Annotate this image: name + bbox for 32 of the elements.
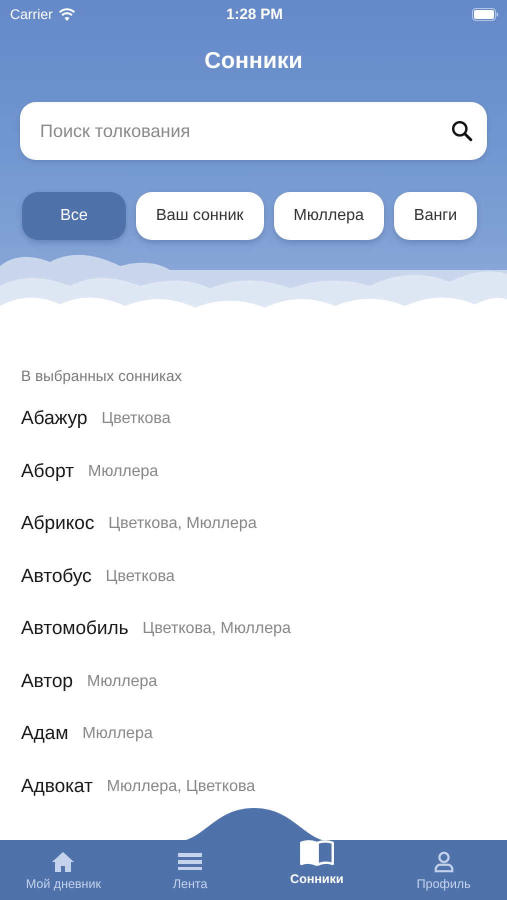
dream-book-sources: Мюллера — [82, 725, 153, 744]
tab-item[interactable]: Сонники — [254, 840, 380, 900]
carrier-label: Carrier — [10, 6, 53, 22]
menu-icon — [178, 851, 202, 873]
battery-icon — [472, 8, 499, 20]
dream-word[interactable]: Адвокат — [21, 776, 93, 798]
dream-word[interactable]: Аборт — [21, 460, 74, 483]
wifi-icon — [58, 8, 76, 20]
person-icon — [432, 851, 456, 873]
filter-chip[interactable]: Ваш сонник — [136, 192, 264, 240]
dream-book-sources: Мюллера — [86, 672, 158, 691]
filter-chip[interactable]: Ванги — [394, 192, 478, 240]
home-icon — [51, 851, 76, 873]
dream-word[interactable]: Автомобиль — [21, 618, 129, 640]
dream-book-sources: Цветкова, Мюллера — [142, 620, 291, 638]
dream-book-sources: Цветкова — [106, 568, 175, 586]
search-field[interactable]: Поиск толкования — [20, 102, 487, 160]
section-title: В выбранных сонниках — [21, 368, 183, 385]
dream-book-sources: Цветкова, Мюллера — [108, 515, 257, 534]
dream-book-sources: Мюллера, Цветкова — [106, 778, 256, 796]
dream-word[interactable]: Абрикос — [21, 513, 94, 536]
dream-book-sources: Мюллера — [88, 462, 158, 481]
dream-word[interactable]: Абажур — [21, 408, 88, 430]
dream-word[interactable]: Адам — [21, 723, 68, 746]
screen-title: Сонники — [203, 46, 304, 75]
filter-chip[interactable]: Мюллера — [274, 192, 384, 240]
dream-word[interactable]: Автобус — [21, 566, 92, 588]
status-time: 1:28 PM — [226, 6, 283, 22]
dream-word[interactable]: Автор — [21, 670, 73, 693]
search-icon[interactable] — [451, 120, 473, 142]
dream-book-sources: Цветкова — [101, 410, 171, 428]
filter-chip[interactable]: Все — [22, 192, 126, 240]
